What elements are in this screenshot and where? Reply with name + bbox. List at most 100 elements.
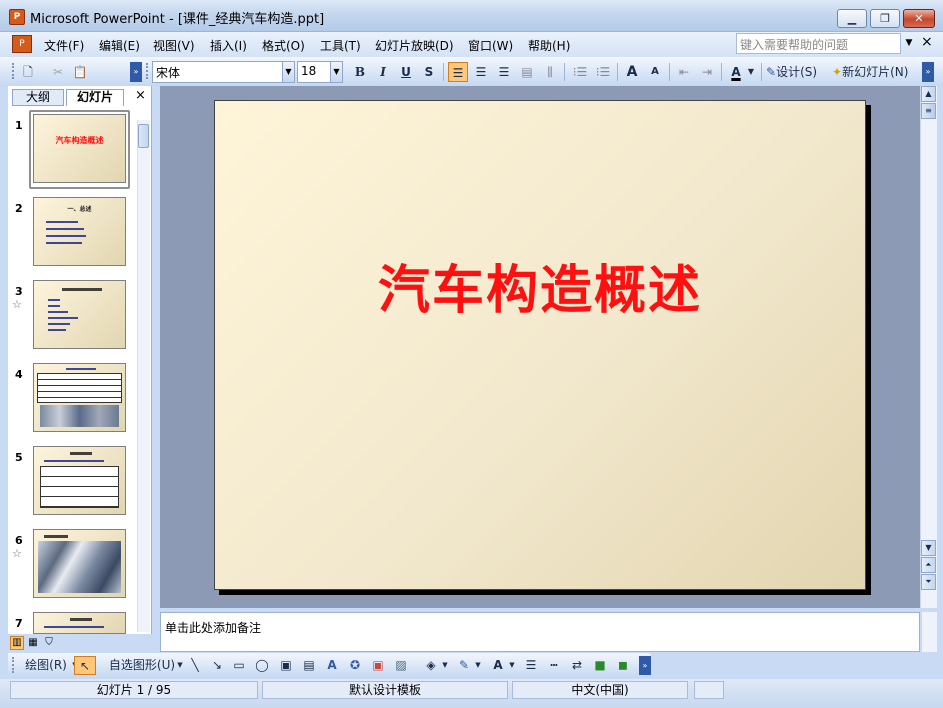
tab-outline[interactable]: 大纲 bbox=[12, 89, 64, 106]
vertical-scrollbar[interactable] bbox=[920, 86, 937, 608]
line-color-icon[interactable]: ✎ bbox=[455, 656, 473, 675]
slide-thumbnail-7[interactable] bbox=[33, 612, 126, 634]
clipart-icon[interactable]: ▣ bbox=[369, 656, 387, 675]
decrease-indent-icon[interactable]: ⇤ bbox=[674, 62, 694, 82]
menu-edit[interactable]: 编辑(E) bbox=[99, 37, 140, 54]
numbering-icon[interactable]: ⁝☰ bbox=[570, 62, 590, 82]
autoshapes-button[interactable]: 自选图形(U) bbox=[106, 656, 178, 675]
vertical-text-icon[interactable]: ⫼ bbox=[540, 62, 560, 82]
font-name-dropdown-icon[interactable]: ▼ bbox=[282, 61, 295, 83]
font-color-dropdown-icon[interactable]: ▼ bbox=[746, 62, 756, 82]
toolbar-grip[interactable] bbox=[146, 63, 149, 79]
menu-insert[interactable]: 插入(I) bbox=[210, 37, 247, 54]
current-slide[interactable] bbox=[214, 100, 866, 590]
font-color-draw-icon[interactable]: A bbox=[489, 656, 507, 675]
slide-thumbnail-6[interactable] bbox=[33, 529, 126, 598]
menu-slideshow[interactable]: 幻灯片放映(D) bbox=[375, 37, 454, 54]
slide-thumbnail-5[interactable] bbox=[33, 446, 126, 515]
align-left-icon[interactable]: ☰ bbox=[448, 62, 468, 82]
wordart-icon[interactable]: A bbox=[323, 656, 341, 675]
thumbnail-scroll-thumb[interactable] bbox=[138, 124, 149, 148]
design-button[interactable]: ✎设计(S) bbox=[766, 62, 828, 82]
minimize-button[interactable]: ▁ bbox=[837, 9, 867, 28]
line-style-icon[interactable]: ☰ bbox=[522, 656, 540, 675]
font-color-draw-dropdown-icon[interactable]: ▼ bbox=[508, 656, 516, 675]
document-icon[interactable]: P bbox=[12, 35, 32, 53]
autoshapes-dropdown-icon[interactable]: ▼ bbox=[176, 656, 184, 675]
thumbnail-scrollbar[interactable] bbox=[137, 120, 150, 632]
draw-menu-button[interactable]: 绘图(R) bbox=[20, 656, 72, 675]
menu-view[interactable]: 视图(V) bbox=[153, 37, 195, 54]
powerpoint-app-icon[interactable]: P bbox=[9, 9, 25, 25]
toolbar-options-icon[interactable]: » bbox=[639, 656, 651, 675]
slide-thumbnail-3[interactable] bbox=[33, 280, 126, 349]
shadow-button[interactable]: S bbox=[419, 62, 439, 82]
new-document-icon[interactable]: 🗋 bbox=[18, 62, 38, 82]
italic-button[interactable]: I bbox=[373, 62, 393, 82]
scroll-thumb[interactable]: ≡ bbox=[921, 103, 936, 119]
menu-file[interactable]: 文件(F) bbox=[44, 37, 84, 54]
line-color-dropdown-icon[interactable]: ▼ bbox=[474, 656, 482, 675]
slide-title-text[interactable]: 汽车构造概述 bbox=[214, 248, 866, 323]
new-slide-button[interactable]: ✦新幻灯片(N) bbox=[832, 62, 920, 82]
align-center-icon[interactable]: ☰ bbox=[471, 62, 491, 82]
paste-icon[interactable]: 📋 bbox=[70, 62, 90, 82]
slideshow-view-icon[interactable]: ⛉ bbox=[42, 636, 56, 650]
design-template-name[interactable]: 默认设计模板 bbox=[262, 681, 508, 699]
rectangle-icon[interactable]: ▭ bbox=[230, 656, 248, 675]
slide-thumbnail-4[interactable] bbox=[33, 363, 126, 432]
align-right-icon[interactable]: ☰ bbox=[494, 62, 514, 82]
toolbar-grip[interactable] bbox=[12, 63, 15, 79]
menu-tools[interactable]: 工具(T) bbox=[320, 37, 361, 54]
3d-style-icon[interactable]: ◼ bbox=[614, 656, 632, 675]
tab-slides[interactable]: 幻灯片 bbox=[66, 89, 124, 106]
toolbar-options-icon[interactable]: » bbox=[130, 62, 142, 82]
restore-button[interactable]: ❐ bbox=[870, 9, 900, 28]
menu-help[interactable]: 帮助(H) bbox=[528, 37, 570, 54]
bold-button[interactable]: B bbox=[350, 62, 370, 82]
animation-star-icon[interactable]: ☆ bbox=[12, 547, 22, 560]
menu-format[interactable]: 格式(O) bbox=[262, 37, 305, 54]
arrow-icon[interactable]: ↘ bbox=[208, 656, 226, 675]
animation-star-icon[interactable]: ☆ bbox=[12, 298, 22, 311]
arrow-style-icon[interactable]: ⇄ bbox=[568, 656, 586, 675]
slide-thumbnail-1[interactable]: 汽车构造概述 bbox=[33, 114, 126, 183]
menu-window[interactable]: 窗口(W) bbox=[468, 37, 513, 54]
distribute-icon[interactable]: ▤ bbox=[517, 62, 537, 82]
pane-close-button[interactable]: × bbox=[135, 88, 146, 103]
picture-icon[interactable]: ▨ bbox=[392, 656, 410, 675]
grow-font-button[interactable]: A bbox=[622, 62, 642, 82]
shadow-style-icon[interactable]: ■ bbox=[591, 656, 609, 675]
diagram-icon[interactable]: ✪ bbox=[346, 656, 364, 675]
vertical-textbox-icon[interactable]: ▤ bbox=[300, 656, 318, 675]
slide-thumbnail-2[interactable]: 一、总述 bbox=[33, 197, 126, 266]
oval-icon[interactable]: ◯ bbox=[253, 656, 271, 675]
help-dropdown-icon[interactable]: ▼ bbox=[902, 33, 916, 54]
normal-view-icon[interactable]: ▥ bbox=[10, 636, 24, 650]
help-search-input[interactable]: 键入需要帮助的问题 bbox=[736, 33, 901, 54]
toolbar-grip[interactable] bbox=[12, 657, 15, 673]
line-icon[interactable]: ╲ bbox=[186, 656, 204, 675]
cut-icon[interactable]: ✂ bbox=[48, 62, 68, 82]
toolbar-options-icon[interactable]: » bbox=[922, 62, 934, 82]
scroll-down-icon[interactable]: ▼ bbox=[921, 540, 936, 556]
next-slide-icon[interactable]: ⏷ bbox=[921, 574, 936, 590]
select-pointer-icon[interactable]: ↖ bbox=[74, 656, 96, 675]
bullets-icon[interactable]: ⁝☰ bbox=[593, 62, 613, 82]
underline-button[interactable]: U bbox=[396, 62, 416, 82]
notes-scrollbar[interactable] bbox=[921, 612, 937, 652]
font-size-combo[interactable]: 18 bbox=[297, 61, 331, 83]
increase-indent-icon[interactable]: ⇥ bbox=[697, 62, 717, 82]
previous-slide-icon[interactable]: ⏶ bbox=[921, 557, 936, 573]
dash-style-icon[interactable]: ┅ bbox=[545, 656, 563, 675]
fill-color-dropdown-icon[interactable]: ▼ bbox=[441, 656, 449, 675]
close-button[interactable]: ✕ bbox=[903, 9, 935, 28]
textbox-icon[interactable]: ▣ bbox=[277, 656, 295, 675]
scroll-up-icon[interactable]: ▲ bbox=[921, 86, 936, 102]
font-name-combo[interactable]: 宋体 bbox=[152, 61, 283, 83]
fill-color-icon[interactable]: ◈ bbox=[422, 656, 440, 675]
font-color-button[interactable]: A bbox=[726, 62, 746, 82]
notes-pane[interactable]: 单击此处添加备注 bbox=[160, 612, 920, 652]
document-close-button[interactable]: × bbox=[921, 34, 933, 50]
shrink-font-button[interactable]: A bbox=[645, 62, 665, 82]
